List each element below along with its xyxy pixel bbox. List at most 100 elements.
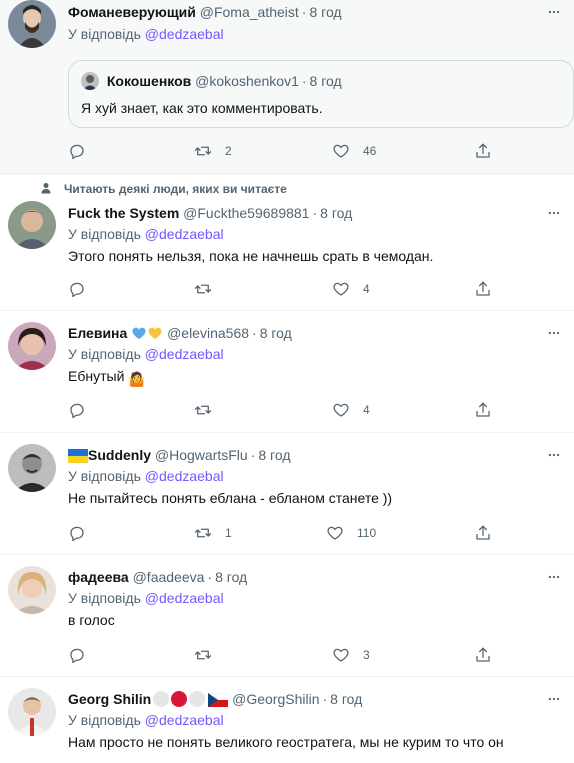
- retweet-button[interactable]: [194, 399, 225, 421]
- blue-heart-icon: [131, 325, 147, 343]
- shrug-emoji: 🤷: [128, 371, 146, 387]
- like-button[interactable]: 46: [332, 140, 376, 162]
- timestamp[interactable]: 8 год: [320, 205, 352, 221]
- like-icon: [333, 403, 349, 417]
- tweet-5[interactable]: фадеева @faadeeva · 8 год У відповідь @ded…: [0, 555, 574, 677]
- timestamp[interactable]: 8 год: [330, 691, 362, 707]
- more-icon: [548, 453, 560, 457]
- user-handle[interactable]: @HogwartsFlu: [155, 447, 248, 463]
- retweet-button[interactable]: 1: [194, 522, 232, 544]
- share-icon: [476, 143, 490, 158]
- more-options-button[interactable]: [544, 567, 564, 587]
- reply-button[interactable]: [68, 140, 86, 162]
- more-icon: [548, 331, 560, 335]
- timestamp[interactable]: 8 год: [260, 325, 292, 341]
- like-icon: [327, 526, 343, 540]
- white-circle-icon: [189, 691, 206, 707]
- reply-button[interactable]: [68, 522, 86, 544]
- mention-link[interactable]: @dedzaebal: [145, 226, 224, 242]
- reply-context: У відповідь @dedzaebal: [68, 468, 224, 484]
- yellow-heart-icon: [147, 325, 163, 343]
- like-icon: [333, 282, 349, 296]
- like-count: 110: [357, 526, 377, 540]
- mention-link[interactable]: @dedzaebal: [145, 468, 224, 484]
- mention-link[interactable]: @dedzaebal: [145, 712, 224, 728]
- user-handle[interactable]: @faadeeva: [133, 569, 205, 585]
- retweet-icon: [194, 528, 212, 538]
- display-name[interactable]: Fuck the System: [68, 205, 179, 221]
- user-handle[interactable]: @Foma_atheist: [200, 4, 299, 20]
- display-name[interactable]: Georg Shilin: [68, 691, 151, 707]
- tweet-text: Этого понять нельзя, пока не начнешь сра…: [68, 248, 434, 264]
- tweet-3[interactable]: Елевина @elevina568 · 8 год У відповідь @d…: [0, 311, 574, 433]
- share-button[interactable]: [474, 399, 492, 421]
- reply-context: У відповідь @dedzaebal: [68, 346, 224, 362]
- like-count: 4: [363, 282, 370, 296]
- retweet-count: 2: [225, 144, 232, 158]
- display-name[interactable]: Елевина: [68, 325, 127, 341]
- user-handle[interactable]: @elevina568: [167, 325, 249, 341]
- avatar[interactable]: [8, 444, 56, 492]
- like-button[interactable]: 4: [332, 278, 370, 300]
- tweet-actions: 4: [68, 278, 498, 300]
- like-button[interactable]: 3: [332, 644, 370, 666]
- quoted-tweet-header: Кокошенков @kokoshenkov1 · 8 год: [81, 71, 342, 91]
- tweet-text: Ебнутый 🤷: [68, 365, 530, 390]
- reply-button[interactable]: [68, 278, 86, 300]
- like-button[interactable]: 4: [332, 399, 370, 421]
- red-circle-icon: [171, 691, 188, 707]
- user-handle[interactable]: @GeorgShilin: [232, 691, 319, 707]
- avatar[interactable]: [8, 688, 56, 736]
- tweet-text: в голос: [68, 612, 115, 628]
- tweet-1[interactable]: Фоманеверующий @Foma_atheist · 8 год У від…: [0, 0, 574, 174]
- ukraine-flag-icon: [68, 448, 88, 465]
- timestamp[interactable]: 8 год: [309, 4, 341, 20]
- more-options-button[interactable]: [544, 689, 564, 709]
- timestamp[interactable]: 8 год: [258, 447, 290, 463]
- quoted-tweet[interactable]: Кокошенков @kokoshenkov1 · 8 год Я хуй зна…: [68, 60, 574, 128]
- retweet-button[interactable]: [194, 644, 225, 666]
- retweet-button[interactable]: 2: [194, 140, 232, 162]
- share-button[interactable]: [474, 278, 492, 300]
- reply-button[interactable]: [68, 644, 86, 666]
- reply-icon: [70, 282, 84, 298]
- quoted-handle: @kokoshenkov1: [195, 73, 299, 89]
- share-icon: [476, 281, 490, 296]
- share-button[interactable]: [474, 644, 492, 666]
- more-options-button[interactable]: [544, 203, 564, 223]
- more-options-button[interactable]: [544, 445, 564, 465]
- share-button[interactable]: [474, 522, 492, 544]
- share-icon: [476, 647, 490, 662]
- mention-link[interactable]: @dedzaebal: [145, 590, 224, 606]
- avatar[interactable]: [8, 566, 56, 614]
- retweet-button[interactable]: [194, 278, 225, 300]
- white-circle-icon: [153, 691, 170, 707]
- tweet-header: Елевина @elevina568 · 8 год: [68, 323, 530, 343]
- reply-context: У відповідь @dedzaebal: [68, 712, 224, 728]
- share-button[interactable]: [474, 140, 492, 162]
- timestamp[interactable]: 8 год: [215, 569, 247, 585]
- more-options-button[interactable]: [544, 323, 564, 343]
- avatar[interactable]: [8, 322, 56, 370]
- tweet-header: Suddenly @HogwartsFlu · 8 год: [68, 445, 530, 465]
- reply-icon: [70, 648, 84, 664]
- mention-link[interactable]: @dedzaebal: [145, 346, 224, 362]
- mention-link[interactable]: @dedzaebal: [145, 26, 224, 42]
- display-name[interactable]: Фоманеверующий: [68, 4, 196, 20]
- retweet-icon: [194, 284, 212, 294]
- display-name[interactable]: фадеева: [68, 569, 129, 585]
- more-options-button[interactable]: [544, 2, 564, 22]
- tweet-6[interactable]: Georg Shilin @GeorgShilin · 8 год У відпов…: [0, 677, 574, 763]
- tweet-4[interactable]: Suddenly @HogwartsFlu · 8 год У відповідь …: [0, 433, 574, 555]
- avatar[interactable]: [8, 201, 56, 249]
- reply-icon: [70, 526, 84, 542]
- user-handle[interactable]: @Fuckthe59689881: [183, 205, 309, 221]
- reply-icon: [70, 144, 84, 160]
- tweet-actions: 1 110: [68, 522, 498, 544]
- avatar[interactable]: [8, 0, 56, 48]
- display-name[interactable]: Suddenly: [88, 447, 151, 463]
- like-button[interactable]: 110: [326, 522, 376, 544]
- reply-button[interactable]: [68, 399, 86, 421]
- tweet-2[interactable]: Fuck the System @Fuckthe59689881 · 8 год У…: [0, 174, 574, 311]
- retweet-icon: [194, 146, 212, 156]
